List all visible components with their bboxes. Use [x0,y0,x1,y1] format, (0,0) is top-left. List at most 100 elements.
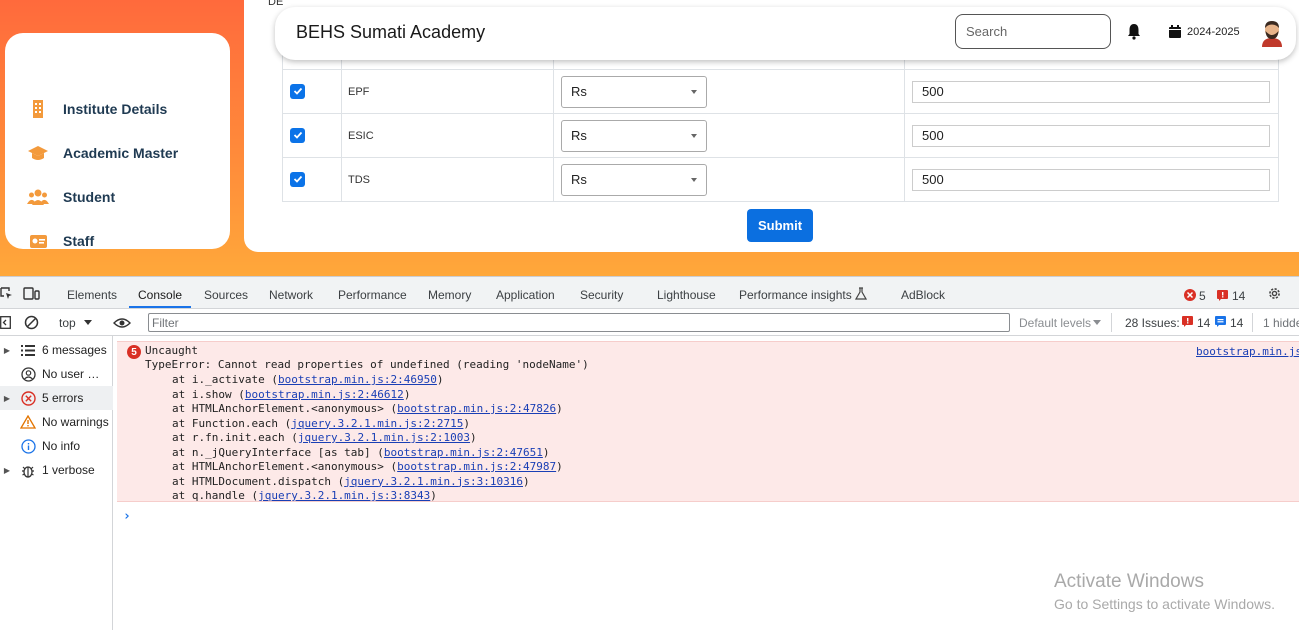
stack-frame: at HTMLDocument.dispatch (jquery.3.2.1.m… [172,475,530,488]
epf-type-select[interactable]: Rs [561,75,707,108]
tds-amount-input[interactable] [912,168,1270,191]
deductions-table: EPF Rs ESIC Rs TDS Rs [282,46,1279,202]
stack-frame-text: at HTMLAnchorElement.<anonymous> ( [172,402,398,415]
stack-frame-text: at HTMLAnchorElement.<anonymous> ( [172,460,398,473]
context-selector[interactable]: top [59,316,76,330]
sidebar-item-label: Staff [63,233,95,249]
issue-info-icon[interactable] [1215,316,1226,327]
sidebar-item-institute-details[interactable]: Institute Details [27,99,167,119]
stack-frame: at HTMLAnchorElement.<anonymous> (bootst… [172,460,563,473]
clear-console-icon[interactable] [24,315,39,330]
tab-console[interactable]: Console [138,288,182,302]
esic-type-select[interactable]: Rs [561,119,707,152]
console-filter-input[interactable] [148,313,1010,332]
stack-frame-close: ) [470,431,477,444]
stack-frame-link[interactable]: jquery.3.2.1.min.js:2:1003 [298,431,470,444]
sidebar-item-info[interactable]: No info [0,434,113,458]
caret-down-icon[interactable] [84,320,92,325]
tab-elements[interactable]: Elements [67,288,117,302]
stack-frame-link[interactable]: bootstrap.min.js:2:46612 [245,388,404,401]
issue-count[interactable]: 14 [1232,289,1245,303]
stack-frame: at n._jQueryInterface [as tab] (bootstra… [172,446,550,459]
error-title[interactable]: Uncaught [145,344,198,357]
table-row: ESIC Rs [282,113,1279,158]
bell-icon[interactable] [1127,23,1141,40]
device-toolbar-icon[interactable] [23,287,40,300]
sidebar-toggle-icon[interactable] [0,316,11,329]
error-count[interactable]: 5 [1199,289,1206,303]
console-toolbar: top Default levels 28 Issues: 14 14 1 hi… [0,309,1299,336]
issues-label[interactable]: 28 Issues: [1125,316,1180,330]
inspect-element-icon[interactable] [0,287,13,300]
stack-frame-text: at i.show ( [172,387,245,401]
sidebar-item-student[interactable]: Student [27,187,115,207]
tab-performance[interactable]: Performance [338,288,407,302]
hidden-issues[interactable]: 1 hidden [1263,316,1299,330]
error-icon[interactable] [1184,289,1196,301]
issues-error-count[interactable]: 14 [1197,316,1210,330]
tds-type-select[interactable]: Rs [561,163,707,196]
stack-frame-link[interactable]: bootstrap.min.js:2:47651 [384,446,543,459]
issue-flag-icon[interactable] [1182,316,1193,327]
expand-arrow-icon: ▶ [3,465,11,475]
sidebar-item-messages[interactable]: ▶ 6 messages [0,338,113,362]
tab-performance-insights[interactable]: Performance insights [739,288,852,302]
academic-year-selector[interactable]: 2024-2025 [1168,24,1240,39]
tds-checkbox[interactable] [290,171,305,187]
avatar[interactable] [1260,19,1284,47]
console-prompt[interactable]: › [123,509,131,524]
stack-frame-close: ) [403,387,411,401]
tab-memory[interactable]: Memory [428,288,471,302]
stack-frame-text: at n._jQueryInterface [as tab] ( [172,445,384,459]
esic-amount-input[interactable] [912,124,1270,147]
tab-adblock[interactable]: AdBlock [901,288,945,302]
error-source-link[interactable]: bootstrap.min.js [1196,345,1299,358]
sidebar-item-staff[interactable]: Staff [27,231,94,249]
list-icon [21,344,35,356]
stack-frame: at HTMLAnchorElement.<anonymous> (bootst… [172,402,563,415]
sidebar-item-errors[interactable]: ▶ 5 errors [0,386,113,410]
sidebar-item-user-messages[interactable]: No user messages [0,362,113,386]
epf-checkbox[interactable] [290,83,305,99]
sidebar-item-verbose[interactable]: ▶ 1 verbose [0,458,113,482]
sidebar-item-warnings[interactable]: No warnings [0,410,113,434]
caret-down-icon [691,89,697,94]
esic-checkbox[interactable] [290,127,305,143]
stack-frame-link[interactable]: bootstrap.min.js:2:46950 [278,373,437,386]
stack-frame-link[interactable]: jquery.3.2.1.min.js:2:2715 [291,417,463,430]
tab-sources[interactable]: Sources [204,288,248,302]
deduction-name: TDS [341,157,554,202]
tab-lighthouse[interactable]: Lighthouse [657,288,716,302]
tab-security[interactable]: Security [580,288,623,302]
caret-down-icon [691,177,697,182]
search-input[interactable] [955,14,1111,49]
stack-frame-close: ) [436,373,444,386]
stack-frame-link[interactable]: bootstrap.min.js:2:47826 [397,402,556,415]
bug-icon [22,465,34,478]
sidebar-item-label: Institute Details [63,101,168,117]
stack-frame-link[interactable]: jquery.3.2.1.min.js:3:10316 [344,475,523,488]
submit-button[interactable]: Submit [747,209,813,242]
stack-frame-link[interactable]: bootstrap.min.js:2:47987 [397,460,556,473]
deduction-name: ESIC [341,113,554,158]
console-error-message: 5 Uncaught TypeError: Cannot read proper… [117,341,1299,502]
stack-frame: at q.handle (jquery.3.2.1.min.js:3:8343) [172,489,437,502]
stack-frame-close: ) [542,445,550,459]
academic-year: 2024-2025 [1187,25,1240,38]
issue-flag-icon[interactable] [1217,290,1228,301]
tab-application[interactable]: Application [496,288,555,302]
log-levels-dropdown[interactable]: Default levels [1019,316,1091,330]
brand-title: BEHS Sumati Academy [296,22,486,42]
sidebar-item-academic-master[interactable]: Academic Master [27,143,178,163]
eye-icon[interactable] [113,317,131,329]
issues-info-count[interactable]: 14 [1230,316,1243,330]
users-icon [27,189,49,205]
epf-amount-input[interactable] [912,80,1270,103]
settings-gear-icon[interactable] [1267,286,1282,301]
stack-frame-link[interactable]: jquery.3.2.1.min.js:3:8343 [258,489,430,502]
caret-down-icon [691,133,697,138]
tab-network[interactable]: Network [269,288,313,302]
caret-down-icon [1093,320,1101,325]
error-message: TypeError: Cannot read properties of und… [145,358,589,371]
watermark-subtitle: Go to Settings to activate Windows. [1054,596,1275,612]
